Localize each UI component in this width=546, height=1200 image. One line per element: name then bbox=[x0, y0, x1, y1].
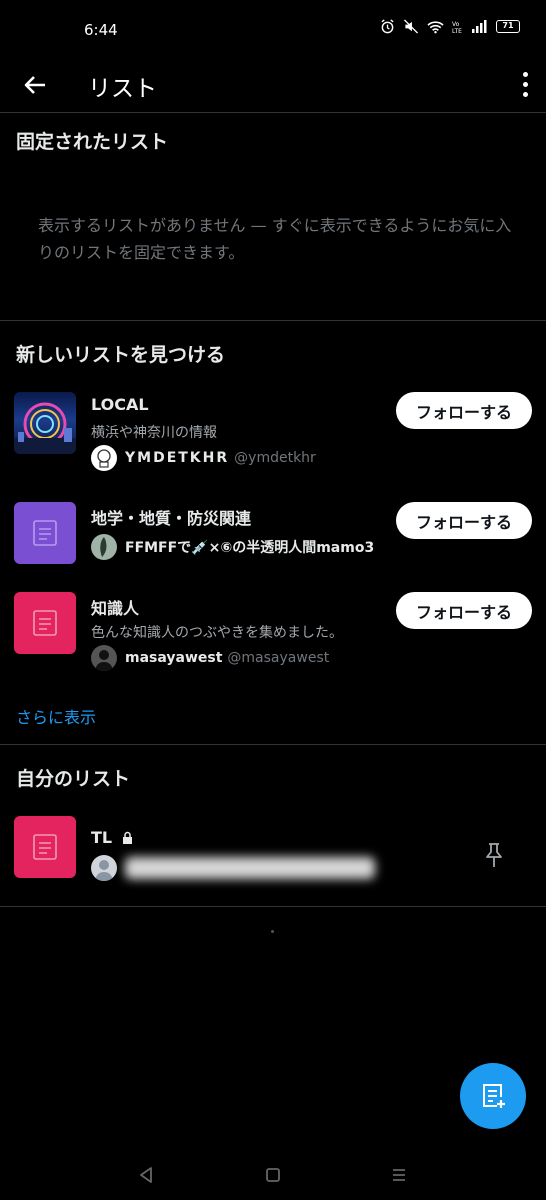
list-name: 地学・地質・防災関連 bbox=[91, 509, 252, 528]
follow-button[interactable]: フォローする bbox=[396, 592, 532, 629]
divider bbox=[0, 320, 546, 321]
avatar bbox=[91, 534, 117, 560]
list-thumbnail bbox=[14, 592, 76, 654]
city-night-photo-icon bbox=[14, 402, 76, 454]
more-dot-icon bbox=[522, 71, 528, 77]
redacted-owner-name bbox=[125, 857, 375, 879]
pin-button[interactable] bbox=[482, 840, 506, 870]
owner-name: FFMFFで💉×⑥の半透明人間mamo3 bbox=[125, 540, 375, 556]
my-lists-title: 自分のリスト bbox=[16, 768, 131, 790]
list-thumbnail bbox=[14, 502, 76, 564]
show-more-link[interactable]: さらに表示 bbox=[16, 704, 96, 728]
owner-name: YMDETKHR bbox=[125, 450, 230, 466]
system-nav-bar bbox=[0, 1150, 546, 1200]
create-list-button[interactable] bbox=[460, 1063, 526, 1129]
list-owner[interactable]: masayawest @masayawest bbox=[91, 645, 329, 671]
list-item-geology[interactable]: 地学・地質・防災関連 FFMFFで💉×⑥の半透明人間mamo3 フォローする bbox=[0, 502, 546, 592]
lock-icon bbox=[122, 831, 132, 844]
svg-text:Vo: Vo bbox=[452, 21, 460, 28]
list-name: LOCAL bbox=[91, 395, 149, 414]
follow-button[interactable]: フォローする bbox=[396, 392, 532, 429]
list-icon bbox=[33, 520, 57, 546]
page-title: リスト bbox=[88, 76, 157, 102]
list-owner[interactable]: FFMFFで💉×⑥の半透明人間mamo3 bbox=[91, 534, 374, 560]
avatar bbox=[91, 855, 117, 881]
volte-icon: VoLTE bbox=[452, 21, 462, 34]
owner-avatar-icon bbox=[95, 650, 113, 671]
alarm-icon bbox=[381, 19, 394, 34]
mute-icon bbox=[403, 19, 419, 34]
menu-recents-icon bbox=[393, 1169, 405, 1181]
loading-indicator bbox=[271, 930, 274, 933]
square-home-icon bbox=[266, 1168, 280, 1182]
list-item-intellectuals[interactable]: 知識人 色んな知識人のつぶやきを集めました。 masayawest @masay… bbox=[0, 592, 546, 682]
discover-lists-title: 新しいリストを見つける bbox=[16, 344, 226, 366]
battery-icon: 71 bbox=[496, 20, 520, 33]
more-options-button[interactable] bbox=[518, 66, 532, 102]
nav-recents-button[interactable] bbox=[386, 1163, 412, 1187]
pinned-lists-title: 固定されたリスト bbox=[16, 131, 169, 153]
list-item-tl[interactable]: TL bbox=[0, 816, 546, 906]
list-name-text: TL bbox=[91, 828, 113, 847]
owner-name: masayawest bbox=[125, 650, 223, 666]
list-icon bbox=[33, 834, 57, 860]
nav-back-button[interactable] bbox=[133, 1163, 159, 1187]
status-icons: Vo LTE 71 bbox=[380, 19, 520, 34]
list-owner[interactable]: YMDETKHR @ymdetkhr bbox=[91, 445, 316, 471]
list-description: 色んな知識人のつぶやきを集めました。 bbox=[91, 625, 343, 641]
status-bar: 6:44 Vo LTE 71 bbox=[0, 0, 546, 60]
list-name: 知識人 bbox=[91, 599, 140, 618]
list-thumbnail bbox=[14, 816, 76, 878]
pin-icon bbox=[486, 843, 502, 867]
wifi-icon bbox=[427, 20, 444, 33]
avatar bbox=[91, 445, 117, 471]
divider bbox=[0, 906, 546, 907]
list-thumbnail-photo bbox=[14, 392, 76, 454]
owner-avatar-icon bbox=[100, 537, 107, 557]
list-description: 横浜や神奈川の情報 bbox=[91, 425, 217, 441]
follow-button[interactable]: フォローする bbox=[396, 502, 532, 539]
avatar bbox=[91, 645, 117, 671]
nav-home-button[interactable] bbox=[260, 1163, 286, 1187]
new-list-icon bbox=[483, 1084, 505, 1108]
list-icon bbox=[33, 610, 57, 636]
back-button[interactable] bbox=[18, 68, 52, 102]
owner-avatar-icon bbox=[97, 449, 111, 468]
divider bbox=[0, 744, 546, 745]
list-item-local[interactable]: LOCAL 横浜や神奈川の情報 YMDETKHR @ymdetkhr フォローす… bbox=[0, 392, 546, 482]
app-header: リスト bbox=[0, 60, 546, 113]
triangle-back-icon bbox=[140, 1167, 152, 1183]
signal-icon bbox=[472, 20, 487, 33]
owner-handle: @masayawest bbox=[227, 650, 330, 666]
status-time: 6:44 bbox=[84, 21, 118, 39]
svg-text:LTE: LTE bbox=[452, 28, 462, 34]
more-dot-icon bbox=[522, 91, 528, 97]
list-name: TL bbox=[91, 828, 133, 847]
more-dot-icon bbox=[522, 81, 528, 87]
list-owner[interactable] bbox=[91, 855, 375, 881]
arrow-left-icon bbox=[24, 76, 45, 94]
owner-handle: @ymdetkhr bbox=[234, 450, 316, 466]
pinned-empty-message: 表示するリストがありません — すぐに表示できるようにお気に入りのリストを固定で… bbox=[38, 216, 512, 262]
default-avatar-icon bbox=[95, 860, 113, 881]
